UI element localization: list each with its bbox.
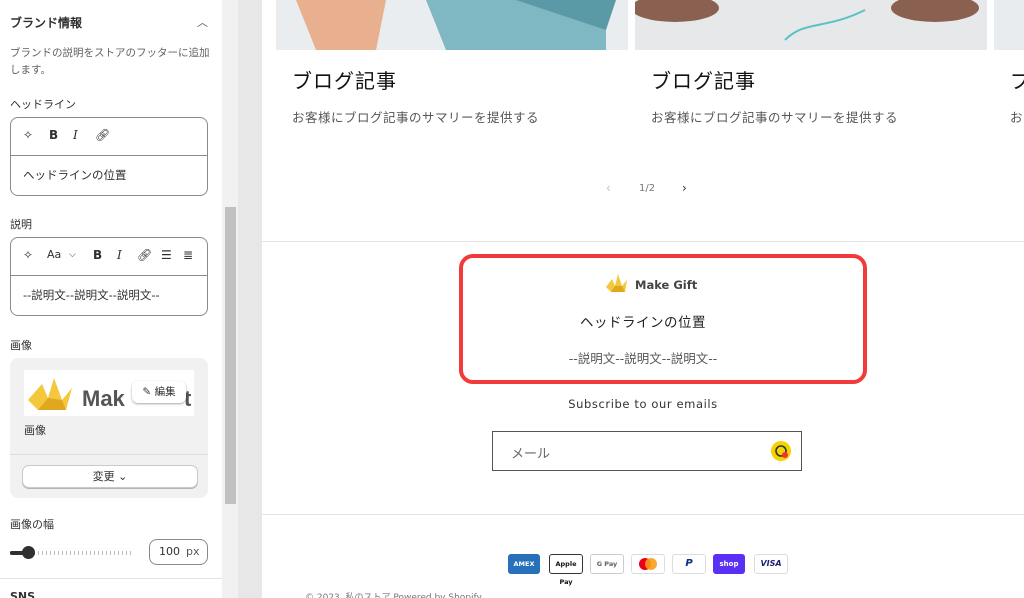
sidebar-scrollbar-thumb[interactable] [225,207,236,504]
image-width-slider-thumb[interactable] [22,546,35,559]
blog-card-summary: お客様にブログ記事のサマリーを提供する [292,110,540,125]
newsletter-email-input[interactable]: メール [492,431,802,471]
amex-icon: AMEX [508,554,540,574]
apple-pay-icon: Apple Pay [549,554,583,586]
description-toolbar: ✧ Aa ⌵ B I 🔗︎ ☰ ≣ [11,238,207,276]
card-divider [10,454,208,455]
blog-card-title[interactable]: ブログ記事 [292,65,397,94]
description-editor[interactable]: ✧ Aa ⌵ B I 🔗︎ ☰ ≣ --説明文--説明文--説明文-- [10,237,208,316]
section-divider [0,578,222,579]
email-placeholder: メール [511,447,551,462]
chevron-down-icon: ⌄ [118,470,128,483]
blog-card-title[interactable]: ブログ記事 [651,65,756,94]
editor-gutter [238,0,262,598]
edit-image-button[interactable]: ✎ 編集 [132,381,186,403]
newsletter-heading: Subscribe to our emails [568,397,718,411]
description-input[interactable]: --説明文--説明文--説明文-- [23,287,160,303]
pager-prev-icon[interactable]: ‹ [606,181,611,195]
numbered-list-icon[interactable]: ≣ [183,248,193,262]
headline-toolbar: ✧ B I 🔗︎ [11,118,207,156]
pager-count: 1/2 [639,183,656,194]
chevron-down-icon[interactable]: ⌵ [69,250,76,260]
shop-pay-icon: shop [713,554,745,574]
section-title[interactable]: ブランド情報 [10,14,82,31]
section-description: ブランドの説明をストアのフッターに追加します。 [10,47,210,76]
pager-next-icon[interactable]: › [682,181,687,195]
footer-divider [262,514,1024,515]
blog-image[interactable] [994,0,1024,50]
image-label: 画像 [10,339,32,352]
image-width-label: 画像の幅 [10,518,54,531]
sparkle-icon[interactable]: ✧ [23,128,33,142]
bullet-list-icon[interactable]: ☰ [161,248,172,262]
image-width-input[interactable]: 100 px [149,539,208,565]
sns-section-title[interactable]: SNS [10,590,35,598]
headline-label: ヘッドライン [10,98,76,111]
visa-icon: VISA [754,554,788,574]
blog-image[interactable] [276,0,628,50]
paypal-icon: P [672,554,706,574]
blog-image[interactable] [635,0,987,50]
svg-text:Mak: Mak [82,386,126,411]
headline-input[interactable]: ヘッドラインの位置 [23,167,127,183]
description-label: 説明 [10,218,32,231]
annotation-highlight-box [459,254,867,384]
mastercard-icon [631,554,665,574]
font-size-dropdown[interactable]: Aa [47,248,61,261]
chevron-up-icon[interactable]: ︿ [197,14,208,30]
bold-icon[interactable]: B [49,128,58,142]
settings-sidebar: ブランド情報 ︿ ブランドの説明をストアのフッターに追加します。 ヘッドライン … [0,0,222,598]
blog-card-summary: お客様にブログ記事のサマリーを提供する [651,110,899,125]
italic-icon[interactable]: I [73,128,78,142]
blog-card-summary: お [1010,110,1024,125]
google-pay-icon: G Pay [590,554,624,574]
bold-icon[interactable]: B [93,248,102,262]
section-divider [262,241,1024,242]
sparkle-icon[interactable]: ✧ [23,248,33,262]
footer-copyright: © 2023, 私のストア Powered by Shopify [305,593,482,598]
link-icon[interactable]: 🔗︎ [95,128,110,142]
newsletter-submit-icon[interactable] [771,441,791,461]
change-image-button[interactable]: 変更 ⌄ [22,465,198,488]
store-preview: ブログ記事 お客様にブログ記事のサマリーを提供する ブログ記事 お客様にブログ記… [262,0,1024,598]
image-caption: 画像 [24,424,46,437]
blog-card-title[interactable]: ブ [1010,65,1024,94]
link-icon[interactable]: 🔗︎ [137,248,152,262]
pencil-icon: ✎ [142,386,152,398]
italic-icon[interactable]: I [117,248,122,262]
headline-editor[interactable]: ✧ B I 🔗︎ ヘッドラインの位置 [10,117,208,196]
